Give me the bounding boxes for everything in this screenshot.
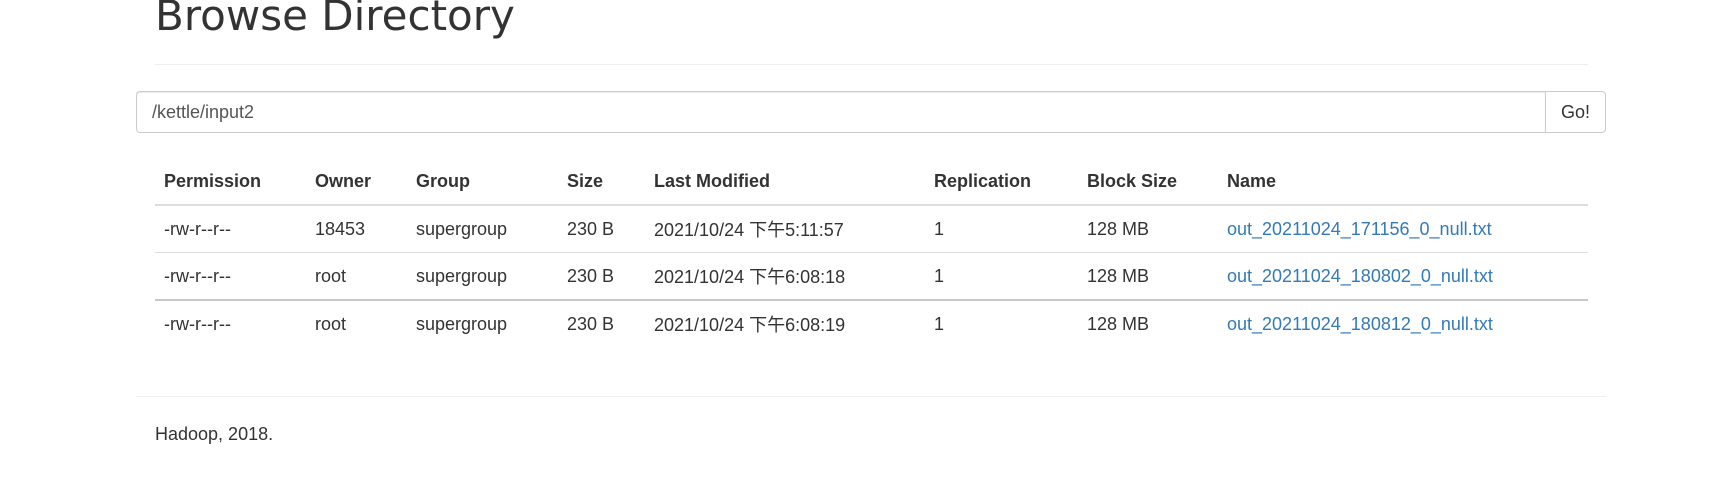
table-row: -rw-r--r-- root supergroup 230 B 2021/10… — [155, 252, 1588, 300]
cell-block-size: 128 MB — [1087, 218, 1150, 239]
column-header-group[interactable]: Group — [407, 158, 558, 206]
cell-group: supergroup — [407, 299, 558, 347]
cell-size: 230 B — [558, 252, 645, 300]
cell-last-modified: 2021/10/24 下午6:08:18 — [645, 252, 925, 300]
cell-last-modified: 2021/10/24 下午5:11:57 — [654, 220, 844, 240]
footer-text: Hadoop, 2018. — [155, 424, 274, 444]
cell-block-size: 128 MB — [1078, 252, 1218, 300]
path-bar: Go! — [136, 91, 1606, 133]
cell-owner: root — [306, 252, 407, 300]
cell-owner: 18453 — [315, 218, 366, 239]
column-header-permission[interactable]: Permission — [155, 158, 306, 206]
column-header-owner[interactable]: Owner — [306, 158, 407, 206]
cell-replication: 1 — [925, 252, 1078, 300]
column-header-replication[interactable]: Replication — [925, 158, 1078, 206]
cell-owner: root — [306, 299, 407, 347]
cell-name: out_20211024_171156_0_null.txt — [1218, 205, 1588, 253]
cell-name: out_20211024_180812_0_null.txt — [1218, 299, 1588, 347]
cell-permission: -rw-r--r-- — [155, 252, 306, 300]
directory-path-input[interactable] — [136, 91, 1545, 133]
cell-group: supergroup — [407, 252, 558, 300]
cell-replication: 1 — [925, 299, 1078, 347]
table-row: -rw-r--r-- 18453 supergroup 230 B 2021/1… — [155, 205, 1588, 253]
cell-size: 230 B — [567, 218, 615, 239]
column-header-last-modified[interactable]: Last Modified — [645, 158, 925, 206]
file-link[interactable]: out_20211024_171156_0_null.txt — [1227, 219, 1492, 239]
column-header-block-size[interactable]: Block Size — [1078, 158, 1218, 206]
page-title: Browse Directory — [155, 0, 515, 40]
cell-last-modified: 2021/10/24 下午6:08:19 — [645, 299, 925, 347]
cell-name: out_20211024_180802_0_null.txt — [1218, 252, 1588, 300]
column-header-name[interactable]: Name — [1218, 158, 1588, 206]
table-header-row: Permission Owner Group Size Last Modifie… — [155, 158, 1588, 206]
footer-divider — [136, 396, 1606, 397]
file-table: Permission Owner Group Size Last Modifie… — [155, 158, 1588, 347]
page-header: Browse Directory — [155, 0, 1588, 65]
table-row: -rw-r--r-- root supergroup 230 B 2021/10… — [155, 299, 1588, 347]
file-link[interactable]: out_20211024_180802_0_null.txt — [1227, 266, 1493, 286]
cell-group: supergroup — [416, 218, 508, 239]
cell-block-size: 128 MB — [1078, 299, 1218, 347]
cell-permission: -rw-r--r-- — [164, 218, 231, 239]
browse-directory-page: Browse Directory Go! Permission Owner Gr… — [0, 0, 1727, 503]
column-header-size[interactable]: Size — [558, 158, 645, 206]
cell-replication: 1 — [934, 218, 945, 239]
cell-size: 230 B — [558, 299, 645, 347]
cell-permission: -rw-r--r-- — [155, 299, 306, 347]
go-button[interactable]: Go! — [1545, 91, 1606, 133]
file-link[interactable]: out_20211024_180812_0_null.txt — [1227, 314, 1493, 334]
